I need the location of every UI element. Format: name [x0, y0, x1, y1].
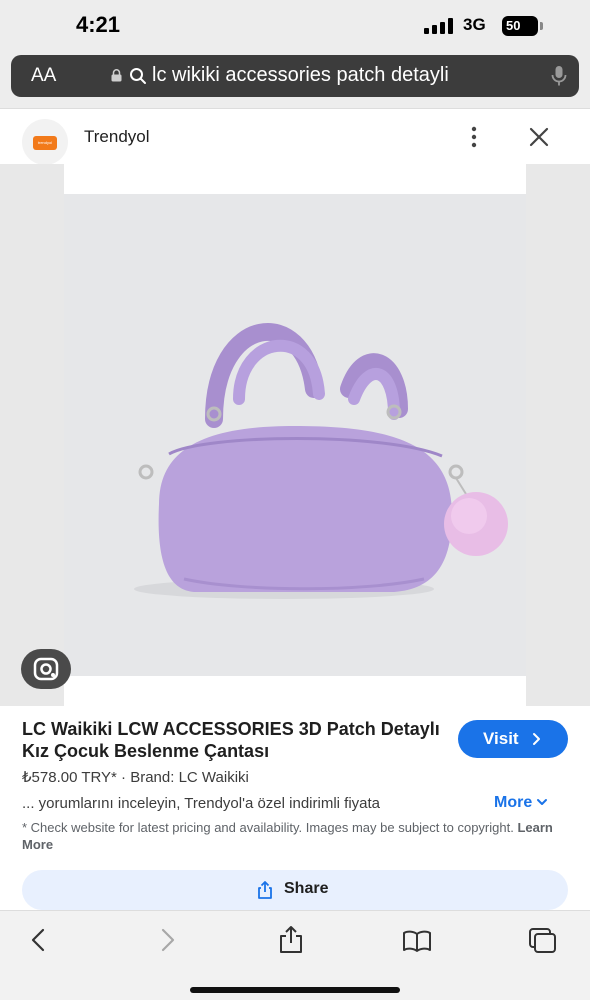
lens-icon [33, 657, 59, 681]
site-header: trendyol Trendyol [0, 108, 590, 165]
battery-icon: 50 [502, 16, 538, 36]
more-button[interactable]: More [494, 794, 548, 812]
search-icon [130, 68, 146, 84]
microphone-icon[interactable] [549, 65, 569, 87]
site-logo[interactable]: trendyol [22, 119, 68, 165]
share-button[interactable]: Share [22, 870, 568, 910]
bookmarks-icon[interactable] [402, 925, 432, 955]
product-image[interactable] [64, 194, 526, 676]
more-options-icon[interactable] [466, 125, 482, 149]
browser-toolbar [0, 910, 590, 1000]
chevron-down-icon [537, 799, 548, 805]
price-brand-line: ₺578.00 TRY* · Brand: LC Waikiki [22, 769, 249, 786]
disclaimer-text: * Check website for latest pricing and a… [22, 820, 514, 835]
description-snippet: ... yorumlarını inceleyin, Trendyol'a öz… [22, 795, 381, 812]
reader-settings-button[interactable]: AA [31, 65, 56, 87]
search-query-text[interactable]: lc wikiki accessories patch detayli [152, 64, 449, 87]
disclaimer: * Check website for latest pricing and a… [22, 819, 572, 853]
lock-icon [111, 69, 122, 82]
visit-button[interactable]: Visit [458, 720, 568, 758]
close-icon[interactable] [528, 126, 550, 148]
image-viewer [0, 164, 590, 706]
site-name[interactable]: Trendyol [84, 127, 150, 147]
image-card [21, 164, 526, 706]
back-icon[interactable] [24, 925, 54, 955]
share-page-icon[interactable] [276, 925, 306, 955]
trendyol-logo-icon: trendyol [33, 136, 57, 150]
status-time: 4:21 [76, 12, 121, 37]
share-icon [258, 881, 272, 899]
tabs-icon[interactable] [528, 925, 558, 955]
chevron-right-icon [533, 733, 540, 745]
google-lens-button[interactable] [21, 649, 71, 689]
home-indicator [190, 987, 400, 993]
visit-label: Visit [483, 729, 519, 748]
product-title[interactable]: LC Waikiki LCW ACCESSORIES 3D Patch Deta… [22, 718, 442, 762]
forward-icon[interactable] [152, 925, 182, 955]
more-label: More [494, 794, 533, 811]
battery-level-text: 50 [506, 18, 521, 33]
signal-icon [424, 18, 454, 34]
share-label: Share [284, 880, 329, 897]
browser-top: AA lc wikiki accessories patch detayli [0, 52, 590, 108]
address-bar[interactable]: AA lc wikiki accessories patch detayli [11, 55, 579, 97]
network-label: 3G [463, 15, 486, 34]
battery-tip [540, 22, 543, 30]
status-bar: 4:21 3G 50 [0, 0, 590, 52]
